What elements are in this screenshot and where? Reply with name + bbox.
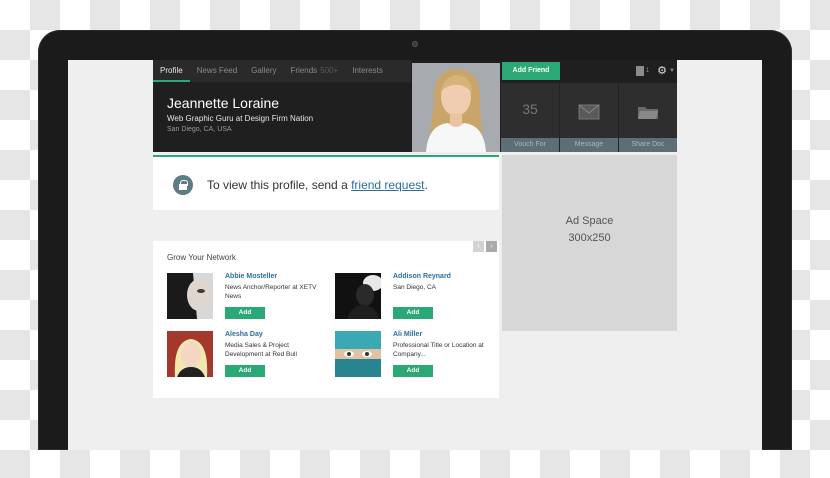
vouch-count: 35 [522, 101, 538, 117]
tab-label: Profile [160, 66, 183, 75]
profile-title: Web Graphic Guru at Design Firm Nation [167, 114, 314, 123]
tab-profile[interactable]: Profile [153, 60, 190, 82]
avatar[interactable] [335, 273, 381, 319]
tab-news-feed[interactable]: News Feed [190, 60, 244, 82]
profile-actions: 35 Vouch For Message Share Doc [500, 83, 677, 152]
action-label: Vouch For [501, 138, 559, 152]
tab-gallery[interactable]: Gallery [244, 60, 283, 82]
add-button[interactable]: Add [393, 365, 433, 377]
ad-label: Ad Space [565, 215, 614, 227]
add-button[interactable]: Add [225, 365, 265, 377]
person-name[interactable]: Ali Miller [393, 331, 422, 338]
grow-network-panel: Grow Your Network ‹ › Abbie Mosteller Ne… [153, 241, 499, 398]
person-description: San Diego, CA [393, 284, 436, 291]
profile-name: Jeannette Loraine [167, 95, 280, 111]
profile-photo [412, 63, 500, 152]
ad-size: 300x250 [568, 232, 611, 244]
notice-text: To view this profile, send a friend requ… [207, 178, 428, 192]
friend-request-link[interactable]: friend request [351, 178, 424, 192]
ad-space: Ad Space 300x250 [502, 155, 677, 331]
share-doc-button[interactable]: Share Doc [618, 83, 677, 152]
add-button[interactable]: Add [225, 307, 265, 319]
person-description: Media Sales & Project Development at Red… [225, 342, 297, 358]
tab-label: Interests [352, 66, 383, 75]
profile-header: Profile News Feed Gallery Friends 500+ In… [153, 60, 677, 152]
person-name[interactable]: Abbie Mosteller [225, 273, 277, 280]
avatar[interactable] [167, 273, 213, 319]
add-button[interactable]: Add [393, 307, 433, 319]
notice-suffix: . [424, 178, 428, 192]
tab-label: News Feed [196, 66, 238, 75]
suggested-person: Ali Miller Professional Title or Locatio… [335, 331, 495, 381]
person-description: News Anchor/Reporter at XETV News [225, 284, 317, 300]
private-profile-notice: To view this profile, send a friend requ… [153, 155, 499, 210]
action-label: Share Doc [619, 138, 677, 152]
notice-prefix: To view this profile, send a [207, 178, 352, 192]
profile-location: San Diego, CA, USA [167, 126, 232, 133]
action-label: Message [560, 138, 618, 152]
friends-count: 500+ [320, 66, 339, 75]
document-icon[interactable] [635, 66, 644, 76]
avatar[interactable] [167, 331, 213, 377]
lock-icon [173, 175, 193, 195]
tab-label: Friends [290, 66, 318, 75]
prev-button[interactable]: ‹ [473, 241, 484, 252]
nav-tabs: Profile News Feed Gallery Friends 500+ In… [153, 60, 411, 82]
chevron-down-icon[interactable]: ▼ [669, 68, 675, 74]
avatar[interactable] [335, 331, 381, 377]
camera [412, 41, 418, 47]
person-name[interactable]: Addison Reynard [393, 273, 451, 280]
folder-icon [637, 104, 659, 125]
panel-title: Grow Your Network [167, 253, 236, 262]
next-button[interactable]: › [486, 241, 497, 252]
tab-label: Gallery [251, 66, 277, 75]
gear-icon[interactable]: ⚙ [657, 66, 667, 77]
person-description: Professional Title or Location at Compan… [393, 342, 484, 358]
document-count: 1 [645, 68, 650, 74]
laptop-frame: Profile News Feed Gallery Friends 500+ In… [38, 30, 792, 450]
envelope-icon [578, 104, 600, 125]
suggested-person: Abbie Mosteller News Anchor/Reporter at … [167, 273, 327, 323]
tab-interests[interactable]: Interests [345, 60, 390, 82]
person-name[interactable]: Alesha Day [225, 331, 263, 338]
suggested-person: Addison Reynard San Diego, CA Add [335, 273, 495, 323]
vouch-for-button[interactable]: 35 Vouch For [500, 83, 559, 152]
message-button[interactable]: Message [559, 83, 618, 152]
screen: Profile News Feed Gallery Friends 500+ In… [68, 60, 762, 450]
header-tools: 1 ⚙ ▼ [623, 64, 675, 78]
add-friend-button[interactable]: Add Friend [502, 62, 560, 80]
tab-friends[interactable]: Friends 500+ [284, 60, 346, 82]
pager: ‹ › [473, 241, 497, 252]
suggested-person: Alesha Day Media Sales & Project Develop… [167, 331, 327, 381]
